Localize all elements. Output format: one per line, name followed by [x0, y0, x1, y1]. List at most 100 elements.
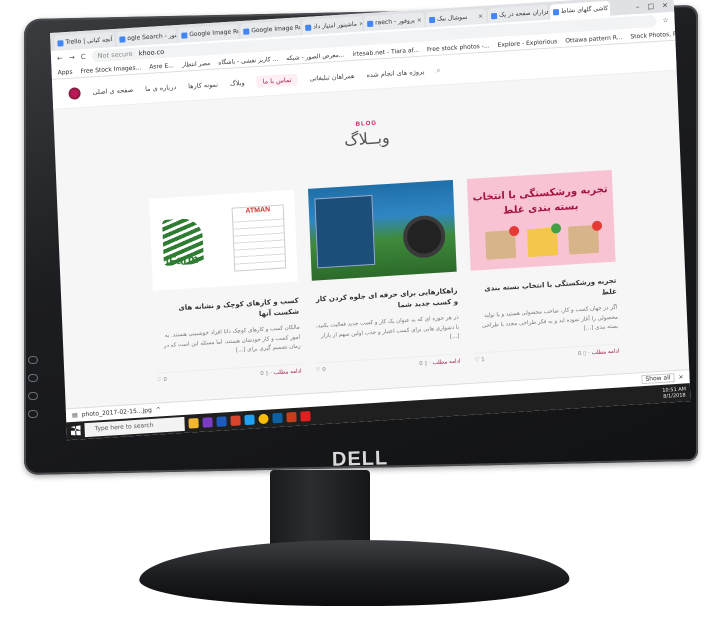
reload-icon[interactable]: C — [81, 53, 86, 61]
heart-icon: ♡ — [474, 357, 480, 364]
bookmark-item[interactable]: Apps — [58, 68, 73, 76]
boxes-graphic — [485, 224, 600, 260]
bookmark-item[interactable]: کاربر نقشی - باشگاه ... — [218, 55, 278, 66]
heart-icon: ♡ — [315, 367, 321, 374]
file-icon: ▤ — [71, 411, 78, 419]
brochure-graphic — [314, 194, 376, 269]
favicon-icon — [552, 8, 560, 15]
bookmark-item[interactable]: Stock Photos, Pictu... — [630, 29, 675, 40]
card-excerpt: اگر در جهان کسب و کار، صاحب محصولی هستید… — [481, 304, 619, 332]
monitor-button[interactable] — [28, 374, 38, 382]
nav-item-portfolio[interactable]: نمونه کارها — [188, 80, 218, 90]
bookmark-item[interactable]: مصر انتظار — [182, 59, 211, 68]
not-secure-label: Not secure — [97, 49, 133, 61]
comment-count: 0 — [260, 371, 264, 378]
comment-count: 0 — [577, 351, 582, 358]
illustrator-icon[interactable] — [230, 415, 241, 426]
read-more-link[interactable]: ادامه مطلب — [591, 349, 619, 357]
app-icon[interactable] — [244, 414, 255, 426]
nav-item-home[interactable]: صفحه ی اصلی — [92, 85, 133, 96]
nav-item-projects[interactable]: پروژه های انجام شده — [366, 67, 424, 79]
blog-cards: iFarm ATMAN کسب و کارهای کوچک و نشانه ها… — [149, 169, 620, 384]
site-logo-icon[interactable] — [68, 86, 81, 100]
nav-item-about[interactable]: درباره ی ما — [145, 83, 176, 93]
monitor-button[interactable] — [28, 392, 38, 400]
close-window-icon[interactable]: × — [662, 1, 668, 9]
card-title[interactable]: راهکارهایی برای حرفه ای جلوه کردن کار و … — [312, 286, 458, 317]
card-excerpt: مالکان کسب و کارهای کوچک ذاتا افراد خوشب… — [163, 324, 301, 354]
close-icon[interactable]: × — [359, 16, 363, 31]
card-image[interactable]: iFarm ATMAN — [149, 189, 298, 291]
nav-item-blog[interactable]: وبلاگ — [230, 78, 245, 87]
bookmark-item[interactable]: Asre E... — [149, 62, 174, 71]
monitor-base — [136, 540, 574, 606]
favicon-icon — [119, 35, 126, 43]
monitor-screen: Trello | آنچه کیانی× ogle Search - ماشین… — [50, 0, 691, 441]
card-title[interactable]: تجربه ورشکستگی با انتخاب بسته بندی غلط — [471, 276, 617, 307]
powerpoint-icon[interactable] — [286, 411, 297, 423]
close-icon[interactable]: × — [416, 13, 422, 28]
packaging-image-text: تجربه ورشکستگی با انتخاب بسته بندی غلط — [472, 184, 608, 217]
word-icon[interactable] — [272, 412, 283, 424]
ifarm-logo-text: iFarm — [165, 251, 199, 268]
forward-icon[interactable]: → — [69, 53, 75, 61]
explorer-icon[interactable] — [188, 418, 199, 429]
monitor-brand-logo: DELL — [331, 447, 389, 471]
like-button[interactable]: 0 ♡ — [315, 367, 325, 374]
favicon-icon — [428, 16, 436, 23]
favicon-icon — [243, 27, 250, 35]
card-footer: ادامه مطلب · ▯ 0 1 ♡ — [474, 343, 620, 364]
favicon-icon — [490, 12, 498, 19]
acrobat-icon[interactable] — [300, 410, 311, 422]
monitor-side-buttons — [28, 356, 42, 428]
windows-start-icon[interactable] — [70, 425, 80, 436]
bookmark-item[interactable]: Free stock photos -... — [427, 42, 490, 53]
bookmark-item[interactable]: Explore - Explorious — [497, 38, 557, 49]
maximize-icon[interactable]: □ — [647, 2, 654, 10]
card-image[interactable] — [307, 179, 457, 281]
favicon-icon — [305, 24, 312, 31]
bookmark-item[interactable]: irtesab.net - Tiara af... — [352, 46, 419, 57]
premiere-icon[interactable] — [202, 417, 213, 428]
bookmark-item[interactable]: معرض الصور - شبکه... — [286, 51, 345, 62]
like-button[interactable]: 1 ♡ — [474, 357, 484, 364]
read-more-link[interactable]: ادامه مطلب — [433, 359, 461, 367]
bookmark-item[interactable]: Ottawa pattern R... — [565, 34, 622, 45]
back-icon[interactable]: ← — [57, 54, 63, 62]
nav-item-partners[interactable]: همراهان تبلیغاتی — [309, 71, 354, 82]
star-icon[interactable]: ☆ — [662, 16, 669, 24]
card-title[interactable]: کسب و کارهای کوچک و نشانه های شکست آنها — [154, 296, 300, 327]
url-text: khoo.co — [138, 47, 165, 58]
blog-card[interactable]: تجربه ورشکستگی با انتخاب بسته بندی غلط ت… — [466, 169, 620, 364]
comment-count: 0 — [419, 361, 423, 368]
like-button[interactable]: 0 ♡ — [157, 377, 167, 384]
box-icon — [485, 229, 517, 260]
card-footer: ادامه مطلب · ▯ 0 0 ♡ — [156, 363, 302, 384]
card-image[interactable]: تجربه ورشکستگی با انتخاب بسته بندی غلط — [466, 169, 616, 271]
read-more-link[interactable]: ادامه مطلب — [274, 369, 302, 377]
chrome-icon[interactable] — [258, 413, 269, 425]
nav-item-contact[interactable]: تماس با ما — [256, 73, 298, 88]
card-excerpt: در هر حوزه ای که به عنوان یک کار و کسب ج… — [315, 314, 460, 341]
photoshop-icon[interactable] — [216, 416, 227, 427]
bookmark-item[interactable]: Free Stock Images... — [80, 64, 141, 75]
close-icon[interactable]: × — [478, 9, 484, 24]
blog-card[interactable]: iFarm ATMAN کسب و کارهای کوچک و نشانه ها… — [149, 189, 302, 384]
chevron-up-icon[interactable]: ^ — [156, 406, 161, 413]
minimize-icon[interactable]: – — [636, 3, 640, 11]
show-all-button[interactable]: Show all — [641, 373, 675, 385]
close-icon[interactable]: × — [678, 374, 683, 381]
monitor-button[interactable] — [28, 356, 38, 364]
tractor-wheel-graphic — [402, 214, 447, 259]
photo-stage: Trello | آنچه کیانی× ogle Search - ماشین… — [0, 0, 711, 618]
monitor-button[interactable] — [28, 410, 38, 418]
close-icon[interactable]: × — [610, 1, 611, 16]
card-footer: ادامه مطلب · ▯ 0 0 ♡ — [315, 353, 461, 374]
exhibition-poster: ATMAN — [231, 204, 287, 272]
favicon-icon — [181, 31, 188, 39]
taskbar-clock[interactable]: 10:51 AM 8/1/2018 — [662, 386, 686, 399]
search-icon[interactable]: ⌕ — [436, 65, 441, 75]
blog-card[interactable]: راهکارهایی برای حرفه ای جلوه کردن کار و … — [307, 179, 461, 374]
heart-icon: ♡ — [156, 377, 162, 384]
box-icon — [526, 227, 558, 258]
